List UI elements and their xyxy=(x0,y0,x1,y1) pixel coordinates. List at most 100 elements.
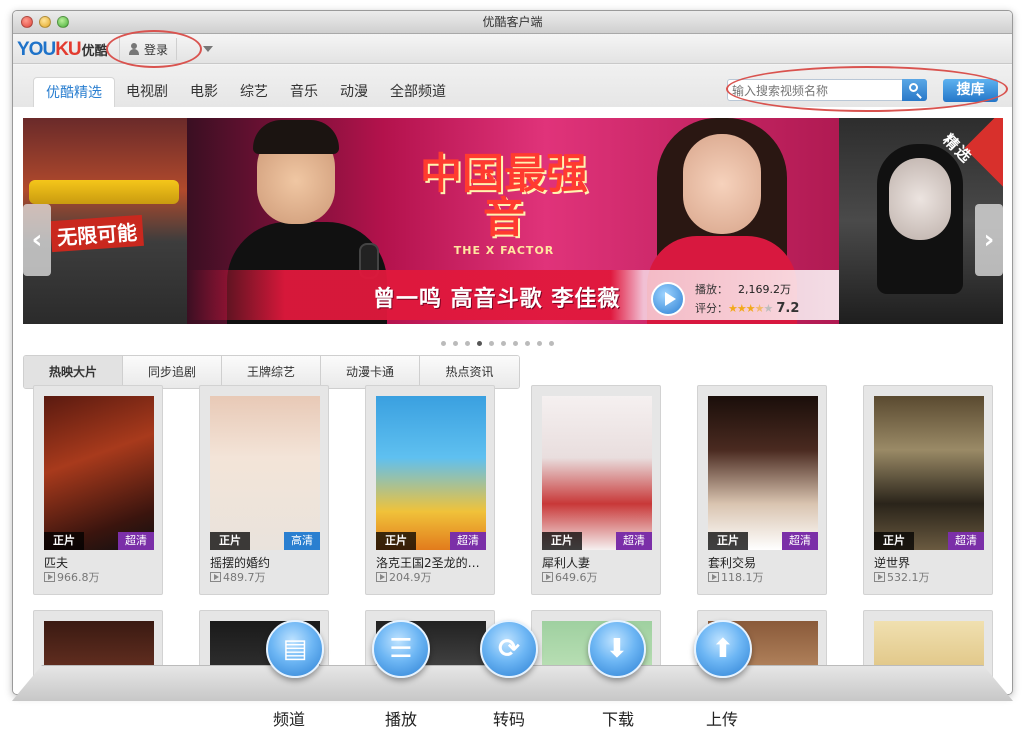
dock-label-channel: 频道 xyxy=(272,710,305,729)
play-count-icon xyxy=(874,572,885,582)
banner-pager xyxy=(441,341,554,346)
window-controls xyxy=(21,16,69,28)
tab-cartoons[interactable]: 动漫卡通 xyxy=(321,356,420,388)
banner-rating: 7.2 xyxy=(776,301,800,316)
screenshot-stage: 优酷客户端 YOUKU 优酷 登录 优酷精选 电视剧 电影 综艺 音乐 动漫 全… xyxy=(0,0,1026,729)
dock-label-convert: 转码 xyxy=(492,710,525,729)
channel-dock-button[interactable]: ▤ xyxy=(266,620,324,678)
tab-hot-movies[interactable]: 热映大片 xyxy=(24,356,123,388)
youku-logo: YOUKU 优酷 xyxy=(17,39,108,61)
tab-variety[interactable]: 综艺 xyxy=(229,77,279,107)
movie-card[interactable]: 正片 超清 套利交易 118.1万 xyxy=(697,385,827,595)
login-button[interactable]: 登录 xyxy=(119,38,178,60)
movie-poster[interactable]: 正片 超清 xyxy=(874,396,984,550)
banner-left-caption: 无限可能 xyxy=(50,214,144,253)
pager-dot[interactable] xyxy=(453,341,458,346)
pager-dot[interactable] xyxy=(441,341,446,346)
movie-views: 489.7万 xyxy=(210,569,266,585)
play-count-icon xyxy=(44,572,55,582)
app-window: 优酷客户端 YOUKU 优酷 登录 优酷精选 电视剧 电影 综艺 音乐 动漫 全… xyxy=(12,10,1013,695)
movie-views: 649.6万 xyxy=(542,569,598,585)
convert-dock-button[interactable]: ⟳ xyxy=(480,620,538,678)
pager-dot[interactable] xyxy=(525,341,530,346)
download-icon: ⬇ xyxy=(606,634,628,664)
login-label: 登录 xyxy=(144,42,169,57)
tab-drama-sync[interactable]: 同步追剧 xyxy=(123,356,222,388)
taxi-image xyxy=(29,180,179,204)
dock-label-play: 播放 xyxy=(384,710,417,729)
tab-movies[interactable]: 电影 xyxy=(179,77,229,107)
movie-card[interactable]: 正片 超清 洛克王国2圣龙的… 204.9万 xyxy=(365,385,495,595)
download-dock-button[interactable]: ⬇ xyxy=(588,620,646,678)
play-count-icon xyxy=(376,572,387,582)
tab-featured[interactable]: 优酷精选 xyxy=(33,77,115,107)
movie-card[interactable]: 正片 超清 逆世界 532.1万 xyxy=(863,385,993,595)
search-input[interactable] xyxy=(732,82,900,99)
search-box xyxy=(727,79,927,101)
hero-banner[interactable]: 无限可能 中国最强音 THE X FACTOR 曾一鸣 高音斗歌 李佳薇 播放：… xyxy=(23,118,1003,324)
tab-tv[interactable]: 电视剧 xyxy=(115,77,179,107)
search-icon xyxy=(909,83,918,92)
play-count-icon xyxy=(708,572,719,582)
main-content: 无限可能 中国最强音 THE X FACTOR 曾一鸣 高音斗歌 李佳薇 播放：… xyxy=(13,107,1012,694)
top-toolbar: YOUKU 优酷 登录 xyxy=(13,34,1012,64)
souku-button[interactable]: 搜库 xyxy=(943,79,998,102)
tab-anime[interactable]: 动漫 xyxy=(329,77,379,107)
zoom-window-button[interactable] xyxy=(57,16,69,28)
movie-poster[interactable]: 正片 高清 xyxy=(210,396,320,550)
banner-play-count: 2,169.2万 xyxy=(738,283,791,296)
user-icon xyxy=(128,43,140,55)
banner-next-button[interactable]: › xyxy=(975,204,1003,276)
movie-poster[interactable]: 正片 超清 xyxy=(44,396,154,550)
pager-dot[interactable] xyxy=(501,341,506,346)
nav-tabs: 优酷精选 电视剧 电影 综艺 音乐 动漫 全部频道 xyxy=(33,77,457,107)
tab-hot-news[interactable]: 热点资讯 xyxy=(420,356,519,388)
tab-top-variety[interactable]: 王牌综艺 xyxy=(222,356,321,388)
play-dock-button[interactable]: ☰ xyxy=(372,620,430,678)
convert-icon: ⟳ xyxy=(498,634,520,664)
play-count-icon xyxy=(210,572,221,582)
movie-views: 204.9万 xyxy=(376,569,432,585)
banner-play-icon[interactable] xyxy=(651,282,685,316)
pager-dot[interactable] xyxy=(465,341,470,346)
rating-stars: ★★★★★ xyxy=(728,302,773,315)
chevron-right-icon: › xyxy=(983,225,995,255)
window-title: 优酷客户端 xyxy=(482,15,543,29)
banner-stats: 播放： 2,169.2万 评分：★★★★★ 7.2 xyxy=(695,283,800,316)
pager-dot[interactable] xyxy=(513,341,518,346)
search-button[interactable] xyxy=(902,79,927,101)
movie-poster[interactable]: 正片 超清 xyxy=(542,396,652,550)
close-window-button[interactable] xyxy=(21,16,33,28)
movie-poster[interactable]: 正片 超清 xyxy=(708,396,818,550)
chevron-down-icon[interactable] xyxy=(203,46,213,52)
upload-icon: ⬆ xyxy=(712,634,734,664)
upload-dock-button[interactable]: ⬆ xyxy=(694,620,752,678)
dock-label-upload: 上传 xyxy=(705,710,738,729)
category-tabs: 热映大片 同步追剧 王牌综艺 动漫卡通 热点资讯 xyxy=(23,355,520,389)
movie-poster[interactable]: 正片 超清 xyxy=(376,396,486,550)
dock-label-download: 下载 xyxy=(601,710,634,729)
pager-dot[interactable] xyxy=(549,341,554,346)
chevron-left-icon: ‹ xyxy=(31,225,43,255)
tab-music[interactable]: 音乐 xyxy=(279,77,329,107)
pager-dot-active[interactable] xyxy=(477,341,482,346)
playlist-icon: ☰ xyxy=(389,634,413,664)
movie-card[interactable]: 正片 高清 摇摆的婚约 489.7万 xyxy=(199,385,329,595)
channel-nav: 优酷精选 电视剧 电影 综艺 音乐 动漫 全部频道 搜库 xyxy=(13,65,1012,107)
banner-slogan: 曾一鸣 高音斗歌 李佳薇 xyxy=(373,287,621,312)
banner-prev-button[interactable]: ‹ xyxy=(23,204,51,276)
movie-views: 966.8万 xyxy=(44,569,100,585)
title-bar: 优酷客户端 xyxy=(13,11,1012,34)
show-logo: 中国最强音 THE X FACTOR xyxy=(419,149,588,258)
movie-card[interactable]: 正片 超清 犀利人妻 649.6万 xyxy=(531,385,661,595)
minimize-window-button[interactable] xyxy=(39,16,51,28)
play-count-icon xyxy=(542,572,553,582)
logo-wordmark: YOUKU xyxy=(17,39,82,60)
logo-cn: 优酷 xyxy=(81,44,108,59)
movie-card[interactable]: 正片 超清 匹夫 966.8万 xyxy=(33,385,163,595)
pager-dot[interactable] xyxy=(537,341,542,346)
movie-views: 532.1万 xyxy=(874,569,930,585)
film-icon: ▤ xyxy=(282,634,308,664)
pager-dot[interactable] xyxy=(489,341,494,346)
tab-all-channels[interactable]: 全部频道 xyxy=(379,77,457,107)
